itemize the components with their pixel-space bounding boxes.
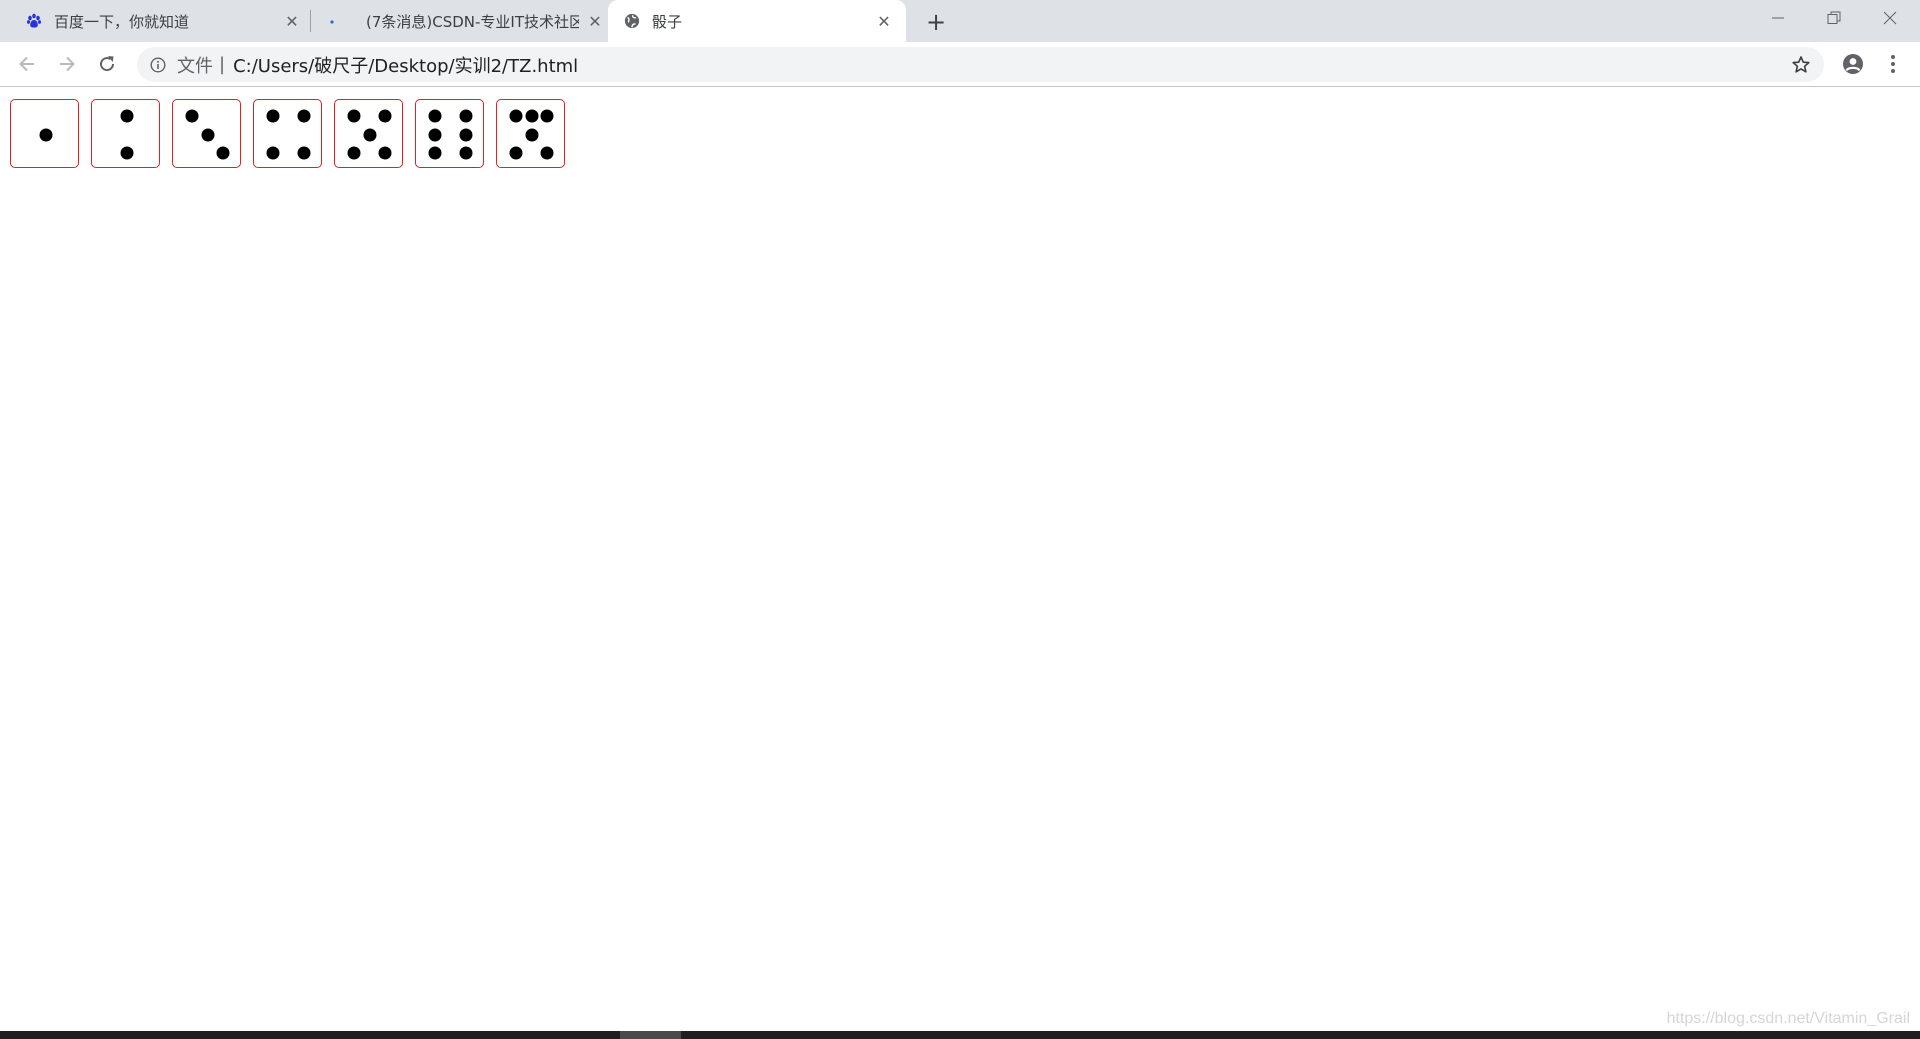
os-taskbar [0, 1031, 1920, 1039]
restore-icon[interactable] [1806, 0, 1862, 36]
die-pip [525, 128, 538, 141]
tab-title: (7条消息)CSDN-专业IT技术社区 [366, 12, 579, 31]
reload-button[interactable] [92, 49, 122, 79]
die-pip [185, 109, 199, 123]
die-pip [459, 109, 473, 123]
info-icon[interactable] [149, 56, 167, 74]
die-pip [378, 109, 392, 123]
die-pip [428, 109, 442, 123]
die-pip [120, 109, 133, 123]
tab-close-icon[interactable]: ✕ [874, 11, 894, 31]
tab-separator [310, 10, 311, 32]
die-pip [540, 109, 554, 123]
die-pip [525, 109, 538, 123]
baidu-paw-icon [26, 13, 42, 29]
dice-row [10, 99, 565, 168]
die-4 [253, 99, 322, 168]
forward-arrow-icon [60, 56, 75, 72]
url-text[interactable]: C:/Users/破尺子/Desktop/实训2/TZ.html [233, 52, 578, 78]
back-button[interactable] [12, 49, 42, 79]
tab-dice[interactable]: 骰子 ✕ [608, 0, 906, 42]
die-pip [459, 128, 473, 141]
browser-toolbar: 文件 | C:/Users/破尺子/Desktop/实训2/TZ.html [0, 42, 1920, 87]
die-5 [334, 99, 403, 168]
reload-icon [100, 56, 115, 72]
bookmark-star-icon[interactable] [1790, 54, 1812, 76]
die-1 [10, 99, 79, 168]
die-2 [91, 99, 160, 168]
die-pip [216, 146, 230, 160]
profile-avatar-icon[interactable] [1839, 50, 1867, 78]
die-pip [428, 146, 442, 160]
minimize-icon[interactable] [1750, 0, 1806, 36]
url-divider: | [219, 54, 226, 75]
die-3 [172, 99, 241, 168]
tab-baidu[interactable]: 百度一下，你就知道 ✕ [12, 0, 302, 42]
new-tab-button[interactable]: + [922, 8, 950, 36]
die-pip [347, 146, 361, 160]
menu-kebab-icon[interactable] [1879, 50, 1907, 78]
back-arrow-icon [19, 56, 34, 72]
page-content [0, 88, 1920, 1031]
die-pip [347, 109, 361, 123]
die-pip [201, 128, 214, 141]
die-pip [266, 146, 280, 160]
watermark-text: https://blog.csdn.net/Vitamin_Grail [1666, 1010, 1910, 1027]
die-pip [297, 109, 311, 123]
die-pip [120, 146, 133, 160]
die-pip [459, 146, 473, 160]
tab-close-icon[interactable]: ✕ [585, 11, 605, 31]
tab-strip: 百度一下，你就知道 ✕ (7条消息)CSDN-专业IT技术社区 ✕ 骰子 ✕ + [0, 0, 1920, 42]
tab-title: 骰子 [652, 12, 683, 31]
die-pip [509, 146, 523, 160]
die-pip [378, 146, 392, 160]
tab-close-icon[interactable]: ✕ [282, 11, 302, 31]
csdn-dot-icon [324, 13, 340, 29]
die-7 [496, 99, 565, 168]
die-6 [415, 99, 484, 168]
address-bar[interactable]: 文件 | C:/Users/破尺子/Desktop/实训2/TZ.html [137, 47, 1824, 82]
taskbar-active-segment [620, 1031, 681, 1039]
forward-button[interactable] [52, 49, 82, 79]
die-pip [540, 146, 554, 160]
die-pip [39, 128, 52, 141]
tab-csdn[interactable]: (7条消息)CSDN-专业IT技术社区 ✕ [312, 0, 605, 42]
tab-title: 百度一下，你就知道 [54, 12, 190, 31]
url-scheme-label: 文件 [177, 55, 213, 77]
die-pip [266, 109, 280, 123]
die-pip [509, 109, 523, 123]
die-pip [428, 128, 442, 141]
window-close-icon[interactable] [1862, 0, 1918, 36]
die-pip [363, 128, 376, 141]
die-pip [297, 146, 311, 160]
globe-icon [624, 13, 640, 29]
